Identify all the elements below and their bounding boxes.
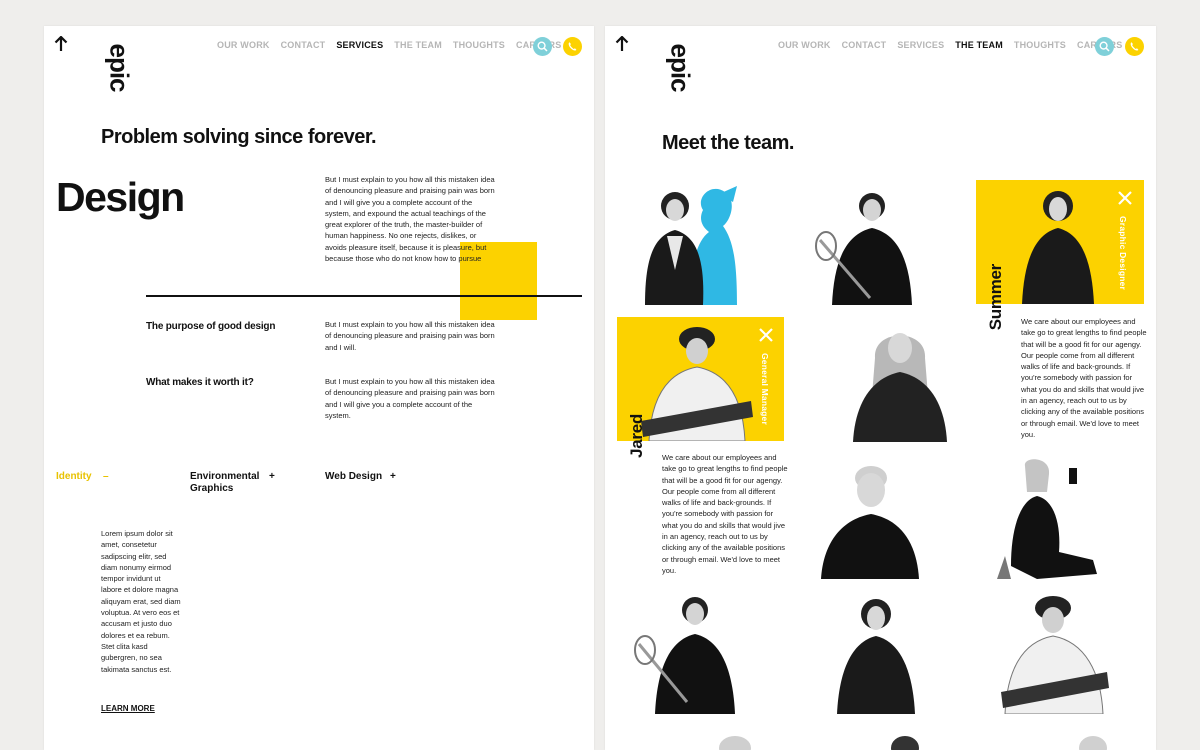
team-member-photo[interactable] bbox=[997, 592, 1112, 714]
service-tab-identity[interactable]: Identity bbox=[56, 471, 92, 483]
search-button[interactable] bbox=[533, 37, 552, 56]
arrow-up-icon[interactable] bbox=[54, 36, 68, 52]
member-bio: We care about our employees and take go … bbox=[662, 453, 788, 575]
team-page-panel: epic OUR WORK CONTACT SERVICES THE TEAM … bbox=[605, 26, 1156, 750]
service-tab-environmental-graphics[interactable]: Environmental Graphics bbox=[190, 471, 266, 495]
search-icon bbox=[1099, 41, 1110, 52]
member-name: Jared bbox=[627, 414, 646, 458]
nav-contact[interactable]: CONTACT bbox=[842, 40, 887, 50]
arrow-up-icon[interactable] bbox=[615, 36, 629, 52]
nav-services[interactable]: SERVICES bbox=[897, 40, 944, 50]
phone-button[interactable] bbox=[1125, 37, 1144, 56]
phone-icon bbox=[568, 42, 577, 51]
purpose-heading: The purpose of good design bbox=[146, 321, 276, 332]
nav-the-team[interactable]: THE TEAM bbox=[394, 40, 442, 50]
team-member-photo[interactable] bbox=[812, 180, 922, 305]
collapse-icon[interactable]: – bbox=[103, 471, 109, 482]
services-page-panel: epic OUR WORK CONTACT SERVICES THE TEAM … bbox=[44, 26, 594, 750]
divider bbox=[146, 295, 582, 297]
member-role: Graphic Designer bbox=[1118, 216, 1128, 291]
intro-text: But I must explain to you how all this m… bbox=[325, 175, 495, 264]
member-role: General Manager bbox=[760, 353, 770, 425]
nav-services[interactable]: SERVICES bbox=[336, 40, 383, 50]
main-nav: OUR WORK CONTACT SERVICES THE TEAM THOUG… bbox=[778, 40, 1122, 50]
team-member-photo bbox=[641, 327, 753, 441]
member-bio: We care about our employees and take go … bbox=[1021, 317, 1147, 439]
section-title: Design bbox=[56, 174, 185, 220]
epic-logo[interactable]: epic bbox=[104, 43, 135, 93]
nav-thoughts[interactable]: THOUGHTS bbox=[453, 40, 505, 50]
nav-thoughts[interactable]: THOUGHTS bbox=[1014, 40, 1066, 50]
team-member-photo[interactable] bbox=[817, 456, 921, 579]
team-member-photo[interactable] bbox=[633, 180, 737, 305]
service-description: Lorem ipsum dolor sit amet, consetetur s… bbox=[101, 529, 181, 674]
page-tagline: Problem solving since forever. bbox=[101, 126, 377, 148]
phone-icon bbox=[1130, 42, 1139, 51]
team-member-photo[interactable] bbox=[831, 592, 921, 714]
team-member-photo[interactable] bbox=[845, 318, 955, 442]
team-member-photo[interactable] bbox=[1073, 732, 1113, 750]
team-member-photo bbox=[1022, 191, 1094, 304]
worth-heading: What makes it worth it? bbox=[146, 377, 254, 388]
expand-icon[interactable]: + bbox=[390, 471, 396, 482]
search-button[interactable] bbox=[1095, 37, 1114, 56]
team-heading: Meet the team. bbox=[662, 132, 794, 154]
team-member-photo[interactable] bbox=[633, 592, 743, 714]
purpose-text: But I must explain to you how all this m… bbox=[325, 320, 495, 352]
team-member-photo[interactable] bbox=[997, 456, 1107, 579]
worth-text: But I must explain to you how all this m… bbox=[325, 377, 495, 420]
member-name: Summer bbox=[986, 264, 1005, 331]
team-member-photo[interactable] bbox=[885, 732, 925, 750]
nav-the-team[interactable]: THE TEAM bbox=[955, 40, 1003, 50]
nav-our-work[interactable]: OUR WORK bbox=[778, 40, 831, 50]
search-icon bbox=[537, 41, 548, 52]
close-icon[interactable] bbox=[1118, 191, 1132, 205]
close-icon[interactable] bbox=[759, 328, 773, 342]
nav-our-work[interactable]: OUR WORK bbox=[217, 40, 270, 50]
expand-icon[interactable]: + bbox=[269, 471, 275, 482]
learn-more-link[interactable]: LEARN MORE bbox=[101, 704, 155, 713]
main-nav: OUR WORK CONTACT SERVICES THE TEAM THOUG… bbox=[217, 40, 561, 50]
epic-logo[interactable]: epic bbox=[665, 43, 696, 93]
service-tab-web-design[interactable]: Web Design bbox=[325, 471, 382, 483]
nav-contact[interactable]: CONTACT bbox=[281, 40, 326, 50]
phone-button[interactable] bbox=[563, 37, 582, 56]
team-member-photo[interactable] bbox=[715, 732, 755, 750]
